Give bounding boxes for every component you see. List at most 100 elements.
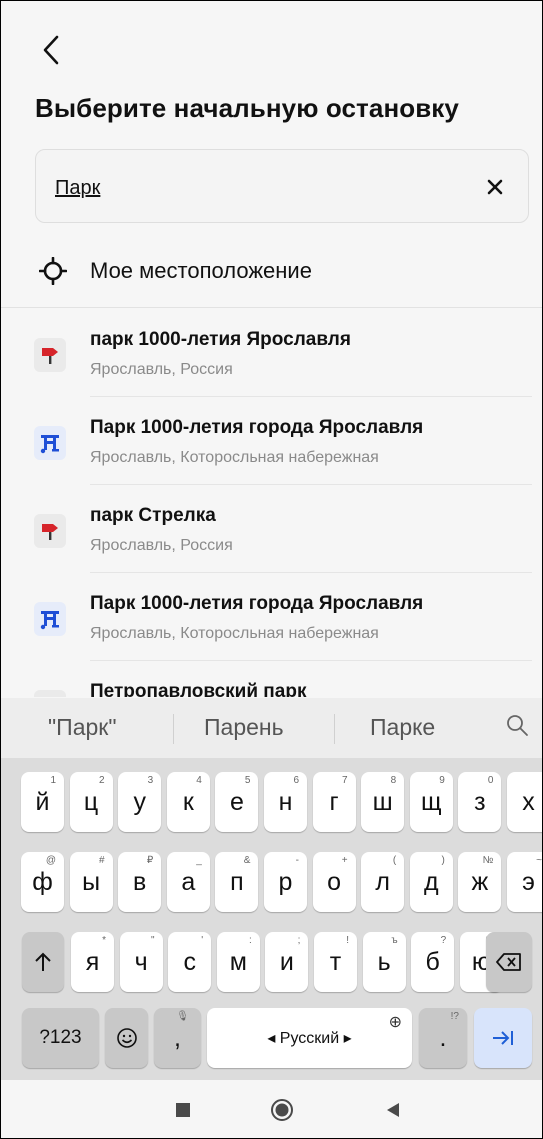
key-ы[interactable]: # ы xyxy=(69,852,113,912)
key-г[interactable]: 7г xyxy=(312,772,356,832)
back-nav-icon[interactable] xyxy=(385,1102,401,1118)
key-hint: 1 xyxy=(50,775,56,786)
result-item[interactable]: Петропавловский парк xyxy=(1,661,542,697)
my-location-row[interactable]: Мое местоположение xyxy=(1,241,542,308)
key-label: р xyxy=(278,867,293,896)
period-key-label: . xyxy=(439,1023,447,1052)
my-location-label: Мое местоположение xyxy=(90,258,312,283)
suggestion-3[interactable]: Парке xyxy=(370,714,435,741)
backspace-icon xyxy=(496,953,521,971)
key-ж[interactable]: № ж xyxy=(458,852,502,912)
suggestion-2[interactable]: Парень xyxy=(204,714,284,741)
key-label: ь xyxy=(377,947,391,976)
result-name: Парк 1000-летия города Ярославля xyxy=(90,417,424,438)
key-hint: ) xyxy=(441,855,445,866)
globe-icon: ⊕ xyxy=(388,1014,402,1031)
key-hint: 9 xyxy=(439,775,445,786)
key-label: ж xyxy=(471,867,489,896)
back-button[interactable] xyxy=(37,31,67,71)
back-arrow-icon xyxy=(43,35,59,65)
comma-key-label: , xyxy=(174,1023,181,1052)
key-label: д xyxy=(424,867,439,896)
result-name: Парк 1000-летия города Ярославля xyxy=(90,593,424,614)
key-label: ы xyxy=(82,867,101,896)
key-н[interactable]: 6н xyxy=(264,772,307,832)
backspace-key[interactable] xyxy=(486,932,532,992)
key-е[interactable]: 5е xyxy=(215,772,259,832)
key-label: о xyxy=(327,867,342,896)
key-э[interactable]: ~ э xyxy=(507,852,542,912)
key-label: у xyxy=(133,787,146,816)
key-label: л xyxy=(375,867,390,896)
key-т[interactable]: ! т xyxy=(314,932,357,992)
key-я[interactable]: * я xyxy=(71,932,114,992)
key-б[interactable]: ? б xyxy=(411,932,455,992)
home-icon[interactable] xyxy=(270,1098,294,1122)
key-ф[interactable]: @ ф xyxy=(21,852,64,912)
result-item[interactable]: Парк 1000-летия города Ярославля Ярослав… xyxy=(1,573,542,661)
key-о[interactable]: + о xyxy=(312,852,356,912)
key-label: м xyxy=(229,947,247,976)
crosshair-icon xyxy=(39,257,67,285)
next-key[interactable] xyxy=(474,1008,532,1068)
key-label: я xyxy=(85,947,100,976)
key-р[interactable]: -р xyxy=(264,852,307,912)
key-hint: 5 xyxy=(244,775,251,786)
key-а[interactable]: _ а xyxy=(166,852,210,912)
key-hint: # xyxy=(99,855,105,866)
space-key[interactable]: ⊕ ◂ Русский ▸ xyxy=(207,1008,412,1068)
key-hint: ъ xyxy=(391,935,398,946)
result-item[interactable]: Парк 1000-летия города Ярославля Ярослав… xyxy=(1,397,542,485)
key-hint: 4 xyxy=(196,775,202,786)
key-hint: 7 xyxy=(342,775,348,786)
key-hint: 3 xyxy=(147,775,154,786)
shift-key[interactable] xyxy=(22,932,64,992)
search-field[interactable]: Парк xyxy=(35,149,529,223)
key-ц[interactable]: 2ц xyxy=(69,772,113,832)
suggestion-1[interactable]: "Парк" xyxy=(48,714,117,741)
recent-apps-icon[interactable] xyxy=(176,1103,190,1117)
key-hint: ₽ xyxy=(146,855,154,866)
key-й[interactable]: 1й xyxy=(21,772,64,832)
key-hint: ~ xyxy=(536,855,542,866)
key-ь[interactable]: ъь xyxy=(362,932,406,992)
signpost-icon xyxy=(34,338,66,372)
key-ч[interactable]: " ч xyxy=(119,932,163,992)
key-м[interactable]: :м xyxy=(216,932,260,992)
period-key[interactable]: !? . xyxy=(419,1008,467,1068)
key-и[interactable]: ; и xyxy=(265,932,309,992)
key-д[interactable]: ) д xyxy=(409,852,453,912)
key-у[interactable]: 3у xyxy=(118,772,162,832)
shift-arrow-icon xyxy=(35,952,51,971)
key-ш[interactable]: 8ш xyxy=(361,772,405,832)
key-label: е xyxy=(229,787,244,816)
key-с[interactable]: ' с xyxy=(168,932,212,992)
emoji-icon xyxy=(116,1028,137,1048)
key-hint: 8 xyxy=(390,775,397,786)
key-hint: " xyxy=(151,935,155,946)
symbols-key[interactable]: ?123 xyxy=(22,1008,99,1068)
key-label: и xyxy=(279,947,294,976)
key-л[interactable]: (л xyxy=(361,852,405,912)
tab-next-icon xyxy=(493,1031,513,1045)
result-name: парк 1000-летия Ярославля xyxy=(90,329,351,350)
key-hint: * xyxy=(102,935,106,946)
result-name: Петропавловский парк xyxy=(90,681,307,697)
key-в[interactable]: ₽ в xyxy=(118,852,162,912)
comma-key[interactable]: 🎙 , xyxy=(154,1008,201,1068)
key-hint: ; xyxy=(297,935,301,946)
clear-button[interactable] xyxy=(480,172,510,202)
search-input[interactable]: Парк xyxy=(55,177,100,200)
key-п[interactable]: & п xyxy=(215,852,259,912)
search-icon[interactable] xyxy=(504,712,530,738)
key-label: ч xyxy=(134,947,148,976)
result-item[interactable]: парк Стрелка Ярославль, Россия xyxy=(1,485,542,573)
result-address: Ярославль, Россия xyxy=(90,537,233,554)
key-к[interactable]: 4к xyxy=(166,772,210,832)
key-label: б xyxy=(425,947,440,976)
key-щ[interactable]: 9щ xyxy=(409,772,453,832)
key-з[interactable]: 0з xyxy=(458,772,502,832)
emoji-key[interactable] xyxy=(105,1008,148,1068)
result-item[interactable]: парк 1000-летия Ярославля Ярославль, Рос… xyxy=(1,309,542,397)
key-х[interactable]: х xyxy=(507,772,542,832)
